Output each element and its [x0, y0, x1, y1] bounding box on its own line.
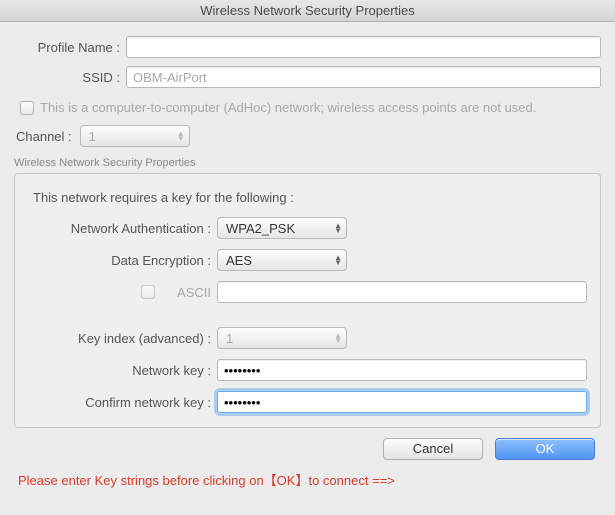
auth-value: WPA2_PSK: [226, 221, 326, 236]
ok-button[interactable]: OK: [495, 438, 595, 460]
confkey-label: Confirm network key :: [27, 395, 217, 410]
auth-select[interactable]: WPA2_PSK ▲▼: [217, 217, 347, 239]
confirm-key-input[interactable]: [217, 391, 587, 413]
channel-value: 1: [89, 129, 169, 144]
keyidx-row: Key index (advanced) : 1 ▲▼: [27, 327, 588, 349]
netkey-row: Network key :: [27, 359, 588, 381]
updown-icon: ▲▼: [334, 333, 342, 343]
ascii-checkbox: [141, 285, 155, 299]
keyidx-label: Key index (advanced) :: [27, 331, 217, 346]
button-row: Cancel OK: [14, 438, 601, 460]
group-title: Wireless Network Security Properties: [14, 157, 601, 169]
security-group: This network requires a key for the foll…: [14, 173, 601, 428]
updown-icon: ▲▼: [177, 131, 185, 141]
ssid-row: SSID :: [14, 66, 601, 88]
content-area: Profile Name : SSID : This is a computer…: [0, 22, 615, 497]
updown-icon: ▲▼: [334, 223, 342, 233]
profile-name-input[interactable]: [126, 36, 601, 58]
ascii-label: ASCII: [177, 285, 211, 300]
channel-row: Channel : 1 ▲▼: [14, 125, 601, 147]
footer-message: Please enter Key strings before clicking…: [18, 470, 601, 489]
confkey-row: Confirm network key :: [27, 391, 588, 413]
netkey-label: Network key :: [27, 363, 217, 378]
ascii-row: ASCII: [27, 281, 588, 303]
keyidx-select: 1 ▲▼: [217, 327, 347, 349]
enc-label: Data Encryption :: [27, 253, 217, 268]
ssid-input: [126, 66, 601, 88]
ascii-input: [217, 281, 587, 303]
ssid-label: SSID :: [14, 70, 126, 85]
adhoc-checkbox[interactable]: [20, 101, 34, 115]
profile-name-label: Profile Name :: [14, 40, 126, 55]
cancel-button[interactable]: Cancel: [383, 438, 483, 460]
network-key-input[interactable]: [217, 359, 587, 381]
enc-value: AES: [226, 253, 326, 268]
keyidx-value: 1: [226, 331, 326, 346]
auth-label: Network Authentication :: [27, 221, 217, 236]
enc-select[interactable]: AES ▲▼: [217, 249, 347, 271]
adhoc-label: This is a computer-to-computer (AdHoc) n…: [40, 100, 536, 115]
enc-row: Data Encryption : AES ▲▼: [27, 249, 588, 271]
group-intro: This network requires a key for the foll…: [33, 190, 588, 205]
auth-row: Network Authentication : WPA2_PSK ▲▼: [27, 217, 588, 239]
updown-icon: ▲▼: [334, 255, 342, 265]
window-title: Wireless Network Security Properties: [0, 0, 615, 22]
profile-name-row: Profile Name :: [14, 36, 601, 58]
channel-label: Channel :: [16, 129, 72, 144]
adhoc-row: This is a computer-to-computer (AdHoc) n…: [20, 100, 601, 115]
channel-select: 1 ▲▼: [80, 125, 190, 147]
